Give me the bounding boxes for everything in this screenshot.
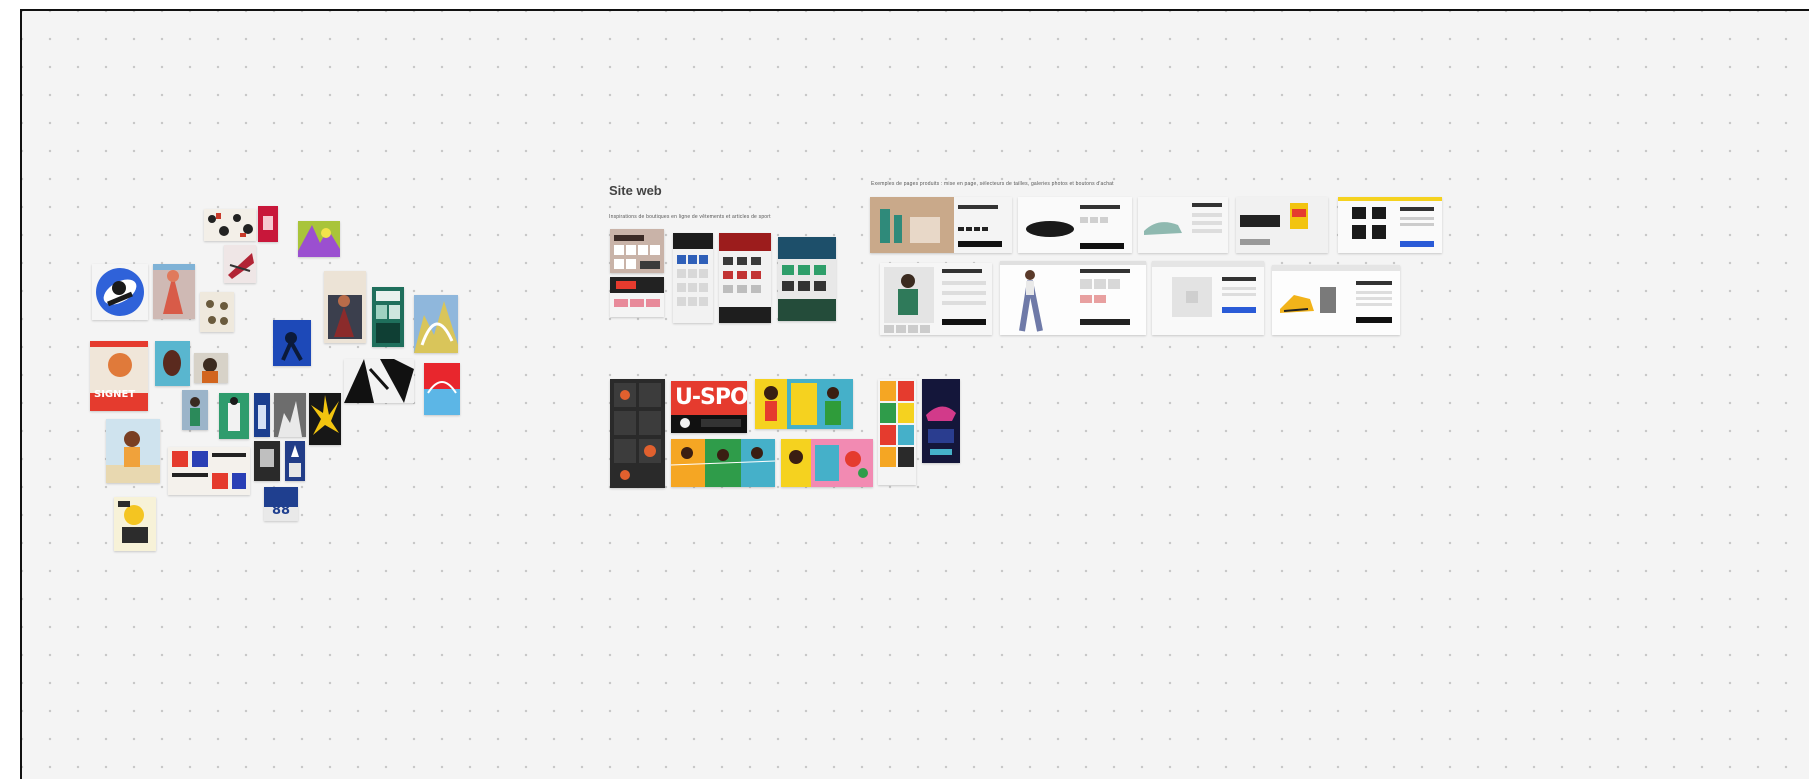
sports-design-image[interactable]: [671, 439, 775, 487]
moodboard-image[interactable]: [194, 353, 228, 383]
moodboard-image[interactable]: [424, 363, 460, 415]
moodboard-image[interactable]: [298, 221, 340, 257]
moodboard-image[interactable]: [324, 271, 366, 343]
moodboard-image[interactable]: [200, 292, 234, 332]
moodboard-image[interactable]: [224, 245, 256, 283]
product-page-screenshot[interactable]: [1272, 265, 1400, 335]
moodboard-image[interactable]: [182, 390, 208, 430]
usports-headline: U-SPORTS: [675, 385, 747, 410]
moodboard-image[interactable]: [344, 359, 414, 403]
moodboard-image[interactable]: [274, 393, 306, 437]
website-screenshot[interactable]: [610, 277, 664, 317]
website-screenshot[interactable]: [673, 233, 713, 323]
website-screenshot[interactable]: [719, 233, 771, 323]
product-page-screenshot[interactable]: [1338, 197, 1442, 253]
sports-design-image[interactable]: [922, 379, 960, 463]
moodboard-image[interactable]: [92, 264, 148, 320]
product-page-screenshot[interactable]: [870, 197, 1012, 253]
product-page-screenshot[interactable]: [1152, 261, 1264, 335]
product-page-screenshot[interactable]: [1138, 197, 1228, 253]
section-title-site-web: Site web: [609, 183, 662, 198]
sports-design-image[interactable]: U-SPORTS: [671, 381, 747, 433]
moodboard-image[interactable]: [254, 393, 270, 437]
moodboard-image[interactable]: [273, 320, 311, 366]
sports-design-image[interactable]: [878, 379, 916, 485]
whiteboard-canvas[interactable]: SIGNET 88 Site web Inspirations de bouti…: [20, 9, 1809, 779]
sports-design-image[interactable]: [781, 439, 873, 487]
sports-design-image[interactable]: [755, 379, 853, 429]
product-page-screenshot[interactable]: [1236, 197, 1328, 253]
moodboard-image[interactable]: 88: [264, 487, 298, 521]
moodboard-image[interactable]: [414, 295, 458, 353]
moodboard-image[interactable]: [372, 287, 404, 347]
poster-88-text: 88: [272, 503, 291, 518]
site-web-caption: Inspirations de boutiques en ligne de vê…: [609, 214, 771, 220]
moodboard-image[interactable]: [106, 419, 160, 483]
moodboard-image[interactable]: [204, 209, 256, 241]
moodboard-image[interactable]: [285, 441, 305, 481]
ecom-caption: Exemples de pages produits : mise en pag…: [871, 181, 1114, 187]
moodboard-image[interactable]: [219, 393, 249, 439]
moodboard-image[interactable]: [309, 393, 341, 445]
moodboard-image[interactable]: [254, 441, 280, 481]
product-page-screenshot[interactable]: [1000, 261, 1146, 335]
poster-signet-text: SIGNET: [94, 389, 136, 400]
moodboard-image[interactable]: [114, 497, 156, 551]
sports-design-image[interactable]: [610, 379, 665, 488]
moodboard-image[interactable]: [168, 447, 250, 495]
product-page-screenshot[interactable]: [880, 263, 992, 335]
website-screenshot[interactable]: [610, 229, 664, 273]
moodboard-image[interactable]: [258, 206, 278, 242]
website-screenshot[interactable]: [778, 237, 836, 321]
moodboard-image[interactable]: SIGNET: [90, 341, 148, 411]
moodboard-image[interactable]: [153, 264, 195, 319]
product-page-screenshot[interactable]: [1018, 197, 1132, 253]
moodboard-image[interactable]: [155, 341, 190, 386]
